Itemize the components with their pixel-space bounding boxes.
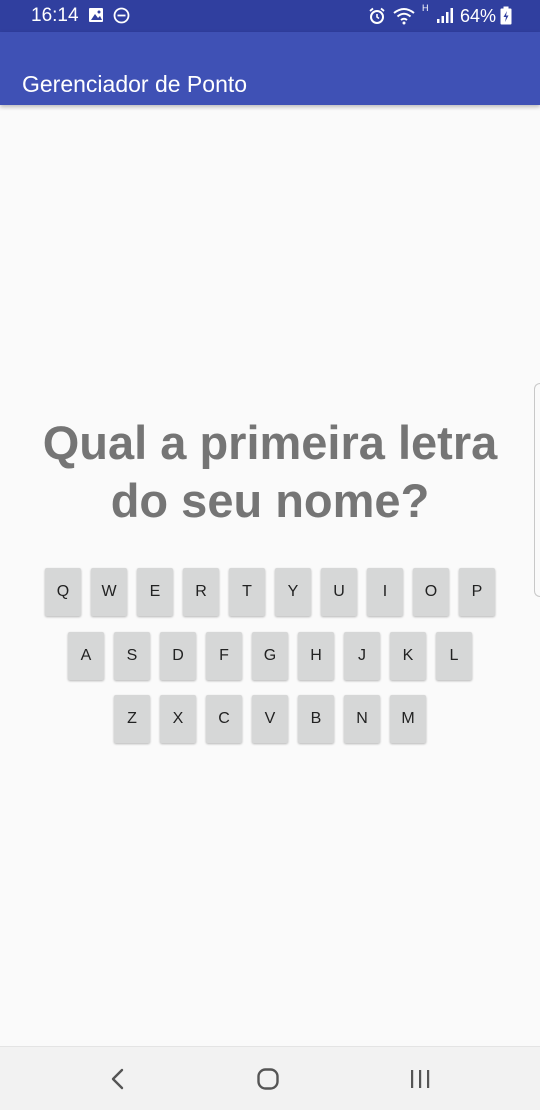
key-a[interactable]: A <box>68 632 104 680</box>
alarm-icon <box>368 7 386 30</box>
key-p[interactable]: P <box>459 568 495 616</box>
key-m[interactable]: M <box>390 695 426 743</box>
status-time: 16:14 <box>31 5 79 26</box>
battery-percentage: 64% <box>460 6 497 26</box>
key-y[interactable]: Y <box>275 568 311 616</box>
app-bar: Gerenciador de Ponto <box>0 32 540 105</box>
question-line-2: do seu nome? <box>110 474 430 527</box>
navigation-bar <box>0 1046 540 1110</box>
question-line-1: Qual a primeira letra <box>42 416 498 469</box>
key-j[interactable]: J <box>344 632 380 680</box>
key-c[interactable]: C <box>206 695 242 743</box>
question-text: Qual a primeira letra do seu nome? <box>0 414 540 530</box>
key-q[interactable]: Q <box>45 568 81 616</box>
back-button[interactable] <box>98 1061 138 1097</box>
key-h[interactable]: H <box>298 632 334 680</box>
status-bar: 16:14 H 64% <box>0 0 540 32</box>
home-button[interactable] <box>248 1061 288 1097</box>
key-n[interactable]: N <box>344 695 380 743</box>
key-r[interactable]: R <box>183 568 219 616</box>
key-e[interactable]: E <box>137 568 173 616</box>
key-s[interactable]: S <box>114 632 150 680</box>
key-b[interactable]: B <box>298 695 334 743</box>
key-u[interactable]: U <box>321 568 357 616</box>
recents-button[interactable] <box>400 1061 440 1097</box>
key-x[interactable]: X <box>160 695 196 743</box>
key-i[interactable]: I <box>367 568 403 616</box>
back-icon <box>111 1068 124 1090</box>
keyboard-row-2: A S D F G H J K L <box>0 632 540 680</box>
key-z[interactable]: Z <box>114 695 150 743</box>
recents-icon <box>411 1070 430 1088</box>
app-title: Gerenciador de Ponto <box>22 71 248 98</box>
key-g[interactable]: G <box>252 632 288 680</box>
key-w[interactable]: W <box>91 568 127 616</box>
key-d[interactable]: D <box>160 632 196 680</box>
home-icon <box>257 1068 279 1090</box>
key-t[interactable]: T <box>229 568 265 616</box>
battery-icon <box>500 6 512 30</box>
keyboard-row-3: Z X C V B N M <box>0 695 540 743</box>
key-k[interactable]: K <box>390 632 426 680</box>
signal-icon <box>436 7 454 29</box>
wifi-icon <box>393 7 415 30</box>
gallery-icon <box>88 7 104 28</box>
key-v[interactable]: V <box>252 695 288 743</box>
keyboard-row-1: Q W E R T Y U I O P <box>0 568 540 616</box>
network-type-label: H <box>422 3 429 13</box>
key-o[interactable]: O <box>413 568 449 616</box>
key-f[interactable]: F <box>206 632 242 680</box>
do-not-disturb-icon <box>113 7 130 29</box>
key-l[interactable]: L <box>436 632 472 680</box>
